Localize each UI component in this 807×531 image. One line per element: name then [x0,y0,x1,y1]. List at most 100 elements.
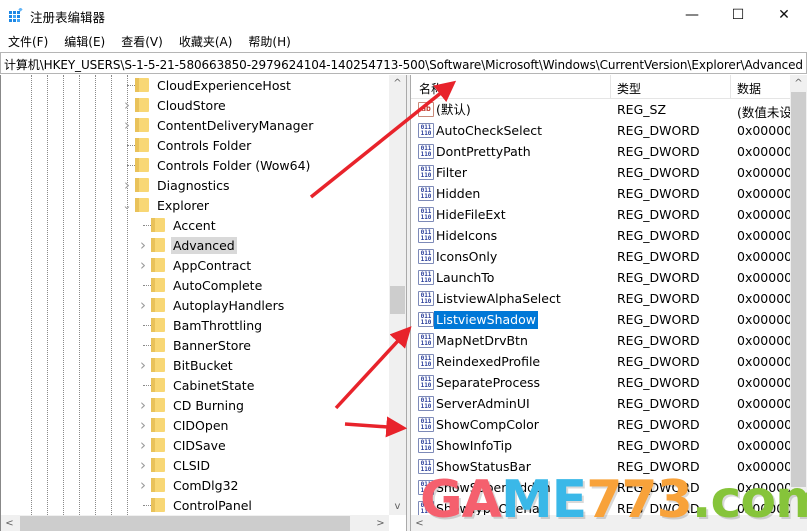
value-type: REG_DWORD [617,333,700,348]
tree-item[interactable]: BannerStore [135,335,253,355]
chevron-right-icon[interactable]: › [135,295,151,315]
value-row[interactable]: 011110ShowStatusBar REG_DWORD 0x000000 [411,456,790,477]
chevron-right-icon[interactable]: › [135,415,151,435]
address-path[interactable]: 计算机\HKEY_USERS\S-1-5-21-580663850-297962… [4,56,803,73]
binary-value-icon: 011 110 [418,396,434,411]
menu-file[interactable]: 文件(F) [0,30,56,52]
tree-item[interactable]: › CD Burning [135,395,246,415]
tree-item[interactable]: ⌄ Explorer [119,195,211,215]
scroll-down-icon[interactable]: v [389,498,406,515]
value-data: 0x000000 [737,291,790,306]
chevron-right-icon[interactable]: › [135,475,151,495]
values-scroll-thumb[interactable] [791,92,806,487]
tree-item[interactable]: › ComDlg32 [135,475,241,495]
tree-item[interactable]: › AutoplayHandlers [135,295,286,315]
tree-item[interactable]: Controls Folder [119,135,253,155]
chevron-right-icon[interactable]: › [135,395,151,415]
value-row[interactable]: 011110LaunchTo REG_DWORD 0x000000 [411,267,790,288]
scroll-left-icon[interactable]: < [1,515,18,531]
tree-item[interactable]: Accent [135,215,218,235]
value-row[interactable]: 011110ShowInfoTip REG_DWORD 0x000000 [411,435,790,456]
value-row[interactable]: 011110SeparateProcess REG_DWORD 0x000000 [411,372,790,393]
menu-favorites[interactable]: 收藏夹(A) [171,30,241,52]
folder-icon [135,178,149,192]
value-row[interactable]: 011110HideFileExt REG_DWORD 0x000000 [411,204,790,225]
values-horizontal-scrollbar[interactable]: < [411,515,790,531]
tree-item[interactable]: › Advanced [135,235,237,255]
menu-edit[interactable]: 编辑(E) [56,30,113,52]
value-row[interactable]: 011110Filter REG_DWORD 0x000000 [411,162,790,183]
folder-icon [135,138,149,152]
folder-icon [151,358,165,372]
tree-item[interactable]: CabinetState [135,375,256,395]
menu-view[interactable]: 查看(V) [113,30,171,52]
chevron-right-icon[interactable]: › [135,455,151,475]
scroll-left-icon[interactable]: < [411,515,428,531]
value-type: REG_DWORD [617,354,700,369]
tree-item[interactable]: › BitBucket [135,355,235,375]
tree-vertical-scrollbar[interactable]: ^ v [389,75,406,515]
value-row[interactable]: 011110ReindexedProfile REG_DWORD 0x000000 [411,351,790,372]
binary-value-icon: 011 110 [418,228,434,243]
value-row[interactable]: 011110ShowSuperHidden REG_DWORD 0x000000 [411,477,790,498]
scroll-right-icon[interactable]: > [372,515,389,531]
tree-item[interactable]: › CloudStore [119,95,228,115]
chevron-right-icon[interactable]: › [135,355,151,375]
scroll-up-icon[interactable]: ^ [389,75,406,92]
tree-item-label: AutoComplete [173,277,263,293]
value-row[interactable]: 011110ShowCompColor REG_DWORD 0x000000 [411,414,790,435]
value-row[interactable]: 011110AutoCheckSelect REG_DWORD 0x000000 [411,120,790,141]
tree-scroll-thumb[interactable] [390,286,405,314]
binary-value-icon: 011 110 [418,291,434,306]
tree-horizontal-scrollbar[interactable]: < > [1,515,389,531]
chevron-right-icon[interactable]: › [119,115,135,135]
chevron-right-icon[interactable]: › [119,95,135,115]
tree-item[interactable]: CloudExperienceHost [119,75,293,95]
address-bar[interactable]: 计算机\HKEY_USERS\S-1-5-21-580663850-297962… [0,52,807,74]
value-row[interactable]: 011110IconsOnly REG_DWORD 0x000000 [411,246,790,267]
value-row[interactable]: 011110MapNetDrvBtn REG_DWORD 0x000000 [411,330,790,351]
tree-item-label: Diagnostics [157,177,230,193]
chevron-down-icon[interactable]: ⌄ [119,195,135,215]
value-row[interactable]: 011110ServerAdminUI REG_DWORD 0x000000 [411,393,790,414]
chevron-right-icon[interactable]: › [135,435,151,455]
tree-connector [135,495,151,515]
value-row[interactable]: 011 110 ListviewAlphaSelect REG_DWORD 0x0000… [411,288,790,309]
value-row[interactable]: ab(默认) REG_SZ (数值未设置) [411,99,790,120]
tree-item[interactable]: ControlPanel [135,495,254,515]
value-row[interactable]: 011110DontPrettyPath REG_DWORD 0x000000 [411,141,790,162]
tree-connector [135,275,151,295]
tree-item[interactable]: › CLSID [135,455,212,475]
binary-value-icon: 011 110 [418,144,434,159]
menu-help[interactable]: 帮助(H) [240,30,298,52]
value-row[interactable]: 011110ListviewShadow REG_DWORD 0x000000 [411,309,790,330]
tree-item[interactable]: › AppContract [135,255,253,275]
tree-item-label: CIDSave [173,437,226,453]
chevron-right-icon[interactable]: › [135,255,151,275]
tree-item-label: BitBucket [173,357,233,373]
binary-value-icon: 011 110 [418,501,434,516]
column-name-header[interactable]: 名称 [419,80,443,97]
column-type-header[interactable]: 类型 [617,80,641,97]
value-type: REG_DWORD [617,375,700,390]
tree-item[interactable]: › ContentDeliveryManager [119,115,315,135]
tree-item[interactable]: AutoComplete [135,275,264,295]
value-row[interactable]: 011110HideIcons REG_DWORD 0x000000 [411,225,790,246]
column-data-header[interactable]: 数据 [737,80,761,97]
tree-item-label: ComDlg32 [173,477,239,493]
chevron-right-icon[interactable]: › [135,235,151,255]
folder-icon [151,378,165,392]
minimize-button[interactable]: — [669,0,715,30]
chevron-right-icon[interactable]: › [119,175,135,195]
maximize-button[interactable]: ☐ [715,0,761,30]
tree-item[interactable]: › Diagnostics [119,175,232,195]
tree-item[interactable]: Controls Folder (Wow64) [119,155,312,175]
tree-item[interactable]: › CIDOpen [135,415,230,435]
close-button[interactable]: ✕ [761,0,807,30]
values-vertical-scrollbar[interactable]: ^ [790,75,807,531]
tree-item[interactable]: BamThrottling [135,315,264,335]
scroll-up-icon[interactable]: ^ [790,75,807,92]
tree-item[interactable]: › CIDSave [135,435,228,455]
value-row[interactable]: 011110Hidden REG_DWORD 0x000000 [411,183,790,204]
tree-hscroll-thumb[interactable] [20,516,350,531]
